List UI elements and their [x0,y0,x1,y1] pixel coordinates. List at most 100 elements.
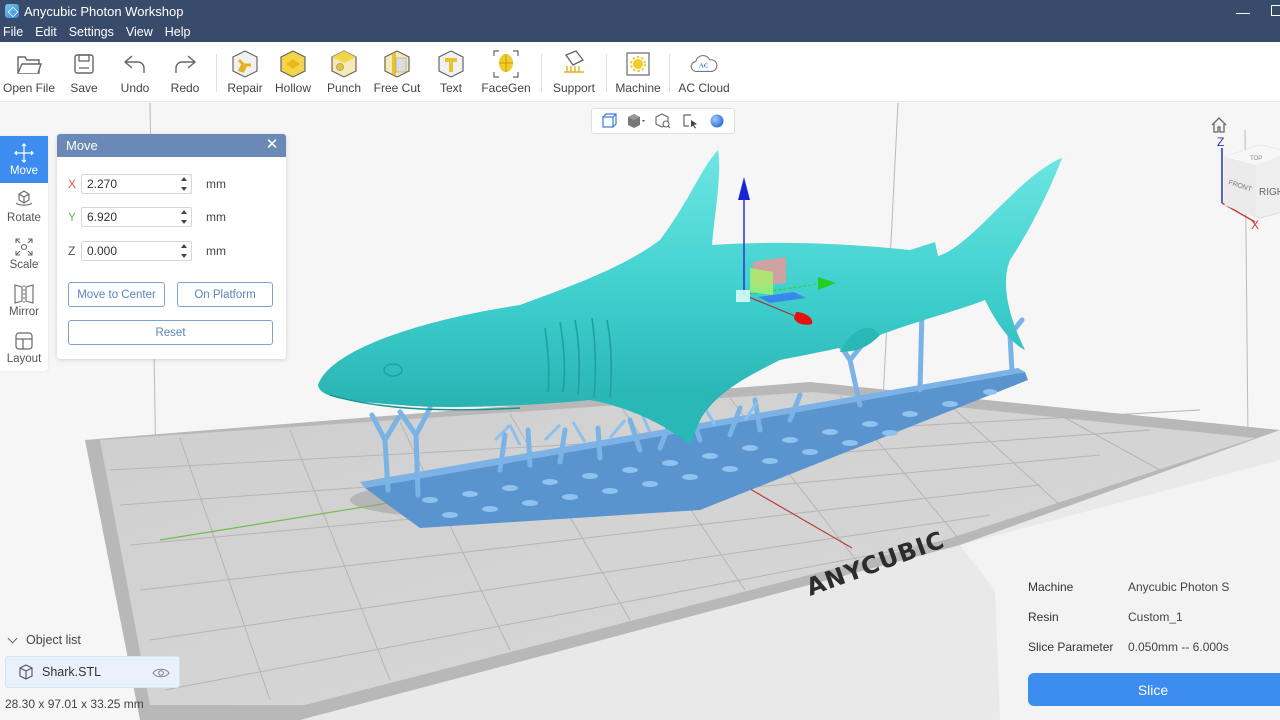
machine-row: Machine Anycubic Photon S [1028,580,1229,610]
on-platform-button[interactable]: On Platform [177,282,273,307]
slice-button[interactable]: Slice [1028,673,1280,706]
ac-cloud-button[interactable]: AC AC Cloud [676,42,732,102]
close-icon[interactable]: ✕ [265,137,279,153]
move-panel-title: Move [66,138,98,153]
x-stepper[interactable] [180,177,187,191]
toolbar-separator [669,54,670,92]
mirror-tool-button[interactable]: Mirror [0,277,48,324]
view-cube-right-label: RIGHT [1259,187,1280,198]
y-position-input[interactable]: 6.920 [81,207,192,227]
free-cut-icon [383,50,411,78]
support-label: Support [552,81,596,95]
menu-edit[interactable]: Edit [30,25,64,39]
punch-label: Punch [326,81,362,95]
menu-settings[interactable]: Settings [64,25,121,39]
y-axis-label: Y [68,210,77,224]
move-panel: Move ✕ X 2.270 mm Y 6.920 mm Z 0.000 mm … [57,134,286,359]
x-position-input[interactable]: 2.270 [81,174,192,194]
maximize-button[interactable] [1271,5,1280,16]
mirror-icon [14,283,34,304]
save-icon [70,50,98,78]
main-toolbar: Open File Save Undo Redo Repair Hollow P… [0,42,1280,102]
machine-button[interactable]: Machine [613,42,663,102]
repair-icon [231,50,259,78]
z-position-input[interactable]: 0.000 [81,241,192,261]
window-title: Anycubic Photon Workshop [24,3,184,19]
view-select-icon[interactable] [680,111,700,131]
home-view-icon[interactable] [1210,116,1228,139]
z-position-value: 0.000 [87,244,118,258]
resin-value: Custom_1 [1128,610,1183,624]
hollow-label: Hollow [274,81,311,95]
z-stepper[interactable] [180,244,187,258]
view-perspective-icon[interactable] [599,111,619,131]
object-list-header[interactable]: Object list [7,633,81,647]
ac-cloud-label: AC Cloud [678,81,730,95]
free-cut-button[interactable]: Free Cut [369,42,425,102]
print-info-panel: Machine Anycubic Photon S Resin Custom_1… [1028,580,1229,670]
slice-parameter-row: Slice Parameter 0.050mm -- 6.000s [1028,640,1229,670]
undo-label: Undo [120,81,150,95]
support-icon [560,50,588,78]
save-button[interactable]: Save [58,42,110,102]
move-tool-button[interactable]: Move [0,136,48,183]
hollow-button[interactable]: Hollow [267,42,319,102]
visibility-eye-icon[interactable] [152,666,170,684]
folder-icon [15,50,43,78]
chevron-down-icon[interactable] [7,633,18,643]
z-unit-label: mm [206,244,226,258]
facegen-button[interactable]: FaceGen [477,42,535,102]
view-cube: Z X TOP FRONT RIGHT [1217,135,1280,232]
object-list-item[interactable]: Shark.STL [5,656,180,688]
move-icon [14,142,34,163]
move-to-center-button[interactable]: Move to Center [68,282,165,307]
repair-button[interactable]: Repair [223,42,267,102]
y-unit-label: mm [206,210,226,224]
object-list-title: Object list [26,633,81,647]
x-unit-label: mm [206,177,226,191]
undo-icon [121,50,149,78]
z-axis-label: Z [68,244,76,258]
rotate-icon [15,189,33,206]
scale-tool-button[interactable]: Scale [0,230,48,277]
mirror-tool-label: Mirror [8,305,40,318]
layout-tool-button[interactable]: Layout [0,324,48,371]
machine-value: Anycubic Photon S [1128,580,1230,594]
increment-icon [180,210,187,214]
open-file-button[interactable]: Open File [0,42,58,102]
text-button[interactable]: Text [425,42,477,102]
slice-parameter-label: Slice Parameter [1028,640,1114,654]
redo-button[interactable]: Redo [160,42,210,102]
gizmo-z-arrow [738,177,750,200]
scale-icon [15,237,33,256]
toolbar-separator [541,54,542,92]
title-bar: Anycubic Photon Workshop — [0,0,1280,22]
layout-icon [15,331,33,350]
machine-icon [624,50,652,78]
view-material-sphere-icon[interactable] [707,111,727,131]
undo-button[interactable]: Undo [110,42,160,102]
z-coordinate-row: Z 0.000 mm [68,241,226,261]
text-icon [437,50,465,78]
reset-button[interactable]: Reset [68,320,273,345]
y-position-value: 6.920 [87,210,118,224]
punch-button[interactable]: Punch [319,42,369,102]
decrement-icon [180,187,187,191]
x-position-value: 2.270 [87,177,118,191]
menu-help[interactable]: Help [160,25,198,39]
app-logo-icon [5,4,19,18]
support-button[interactable]: Support [548,42,600,102]
decrement-icon [180,254,187,258]
view-zoom-fit-icon[interactable] [653,111,673,131]
rotate-tool-label: Rotate [7,211,41,224]
menu-bar: File Edit Settings View Help [0,22,1280,42]
x-axis-label: X [68,177,77,191]
rotate-tool-button[interactable]: Rotate [0,183,48,230]
menu-view[interactable]: View [121,25,160,39]
cloud-badge-text: AC [699,62,709,69]
minimize-button[interactable]: — [1236,4,1250,20]
increment-icon [180,244,187,248]
y-stepper[interactable] [180,210,187,224]
view-shading-icon[interactable] [626,111,646,131]
menu-file[interactable]: File [0,25,30,39]
